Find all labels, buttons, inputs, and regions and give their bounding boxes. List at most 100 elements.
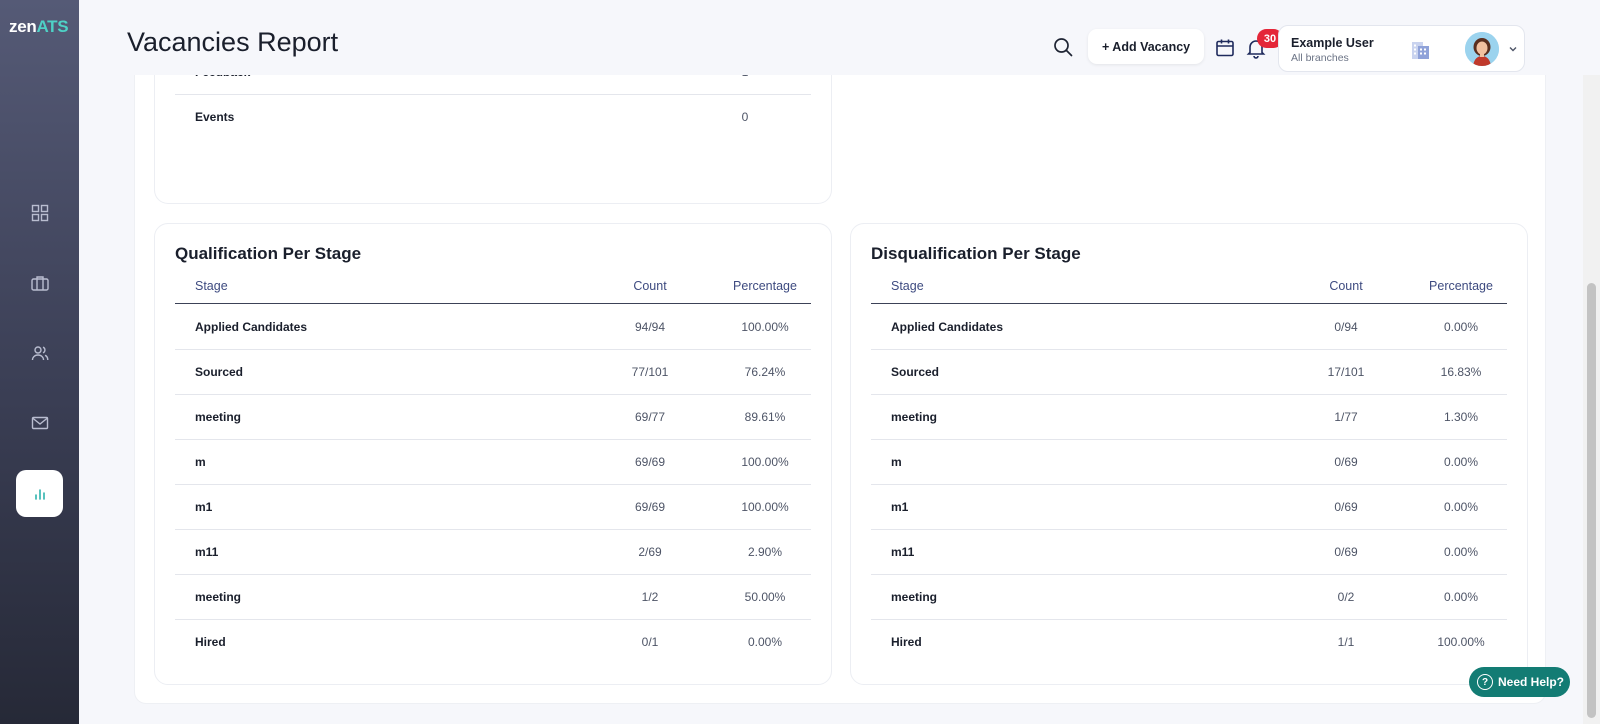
table-header: Stage Count Percentage (175, 272, 811, 304)
count-cell: 0/69 (1334, 545, 1358, 559)
table-row: meeting 1/77 1.30% (871, 395, 1507, 440)
count-cell: 77/101 (631, 365, 669, 379)
count-cell: 69/69 (634, 500, 666, 514)
stage-cell: Sourced (891, 365, 940, 379)
count-cell: 1/77 (1334, 410, 1358, 424)
disqualification-card: Disqualification Per Stage Stage Count P… (850, 223, 1528, 685)
percentage-cell: 100.00% (741, 500, 789, 514)
count-cell: 1/2 (641, 590, 659, 604)
qualification-card: Qualification Per Stage Stage Count Perc… (154, 223, 832, 685)
table-row: Hired 0/1 0.00% (175, 620, 811, 665)
stage-cell: meeting (891, 590, 938, 604)
avatar (1465, 32, 1499, 66)
stage-cell: m (891, 455, 902, 469)
sidebar: zenATS (0, 0, 79, 724)
sidebar-item-jobs[interactable] (16, 259, 63, 306)
page-title: Vacancies Report (127, 27, 339, 57)
app-logo[interactable]: zenATS (9, 17, 69, 37)
column-header-percentage: Percentage (1429, 279, 1493, 293)
user-branch: All branches (1291, 52, 1349, 64)
count-cell: 1/1 (1337, 635, 1355, 649)
percentage-cell: 0.00% (1443, 500, 1479, 514)
stage-cell: Applied Candidates (195, 320, 308, 334)
table-row: Applied Candidates 0/94 0.00% (871, 305, 1507, 350)
sidebar-item-candidates[interactable] (16, 329, 63, 376)
qualification-rows: Applied Candidates 94/94 100.00% Sourced 77/… (175, 305, 811, 665)
table-row: m 69/69 100.00% (175, 440, 811, 485)
add-vacancy-button[interactable]: + Add Vacancy (1088, 29, 1205, 64)
column-header-percentage: Percentage (733, 279, 797, 293)
table-row: m11 0/69 0.00% (871, 530, 1507, 575)
search-icon[interactable] (1052, 36, 1074, 58)
stage-cell: meeting (195, 410, 242, 424)
summary-label: Events (195, 110, 235, 124)
percentage-cell: 50.00% (744, 590, 786, 604)
percentage-cell: 0.00% (1443, 590, 1479, 604)
summary-value: 0 (741, 110, 749, 124)
count-cell: 0/69 (1334, 455, 1358, 469)
table-row: Sourced 77/101 76.24% (175, 350, 811, 395)
stage-cell: Hired (195, 635, 226, 649)
count-cell: 0/2 (1337, 590, 1355, 604)
list-item: Events 0 (175, 95, 811, 140)
logo-suffix: ATS (36, 17, 69, 36)
count-cell: 2/69 (638, 545, 662, 559)
table-row: Sourced 17/101 16.83% (871, 350, 1507, 395)
count-cell: 0/94 (1334, 320, 1358, 334)
scrollbar-thumb[interactable] (1587, 283, 1596, 718)
count-cell: 17/101 (1327, 365, 1365, 379)
count-cell: 94/94 (634, 320, 666, 334)
percentage-cell: 76.24% (744, 365, 786, 379)
need-help-button[interactable]: ? Need Help? (1469, 667, 1570, 697)
table-row: meeting 1/2 50.00% (175, 575, 811, 620)
percentage-cell: 0.00% (1443, 455, 1479, 469)
table-row: meeting 69/77 89.61% (175, 395, 811, 440)
sidebar-item-reports[interactable] (16, 470, 63, 517)
table-row: m1 0/69 0.00% (871, 485, 1507, 530)
percentage-cell: 0.00% (1443, 545, 1479, 559)
sidebar-item-dashboard[interactable] (16, 189, 63, 236)
stage-cell: m1 (195, 500, 213, 514)
logo-prefix: zen (9, 17, 37, 36)
column-header-count: Count (1329, 279, 1363, 293)
table-row: m1 69/69 100.00% (175, 485, 811, 530)
table-row: m11 2/69 2.90% (175, 530, 811, 575)
percentage-cell: 100.00% (741, 455, 789, 469)
table-row: m 0/69 0.00% (871, 440, 1507, 485)
calendar-icon[interactable] (1214, 37, 1236, 59)
stage-cell: Hired (891, 635, 922, 649)
user-name: Example User (1291, 36, 1374, 50)
table-header: Stage Count Percentage (871, 272, 1507, 304)
grid-icon (31, 204, 48, 221)
table-row: meeting 0/2 0.00% (871, 575, 1507, 620)
percentage-cell: 89.61% (744, 410, 786, 424)
column-header-stage: Stage (891, 279, 924, 293)
bar-chart-icon (34, 488, 45, 500)
page-header: Vacancies Report + Add Vacancy 30 Exampl… (79, 0, 1600, 75)
stage-cell: m11 (195, 545, 219, 559)
percentage-cell: 100.00% (741, 320, 789, 334)
stage-cell: m11 (891, 545, 915, 559)
table-row: Applied Candidates 94/94 100.00% (175, 305, 811, 350)
percentage-cell: 16.83% (1440, 365, 1482, 379)
disqualification-rows: Applied Candidates 0/94 0.00% Sourced 17/101… (871, 305, 1507, 665)
percentage-cell: 1.30% (1443, 410, 1479, 424)
need-help-label: Need Help? (1498, 675, 1565, 689)
table-row: Hired 1/1 100.00% (871, 620, 1507, 665)
count-cell: 0/69 (1334, 500, 1358, 514)
help-icon: ? (1477, 674, 1493, 690)
briefcase-icon (30, 275, 49, 291)
users-icon (31, 345, 48, 360)
percentage-cell: 2.90% (747, 545, 783, 559)
disqualification-title: Disqualification Per Stage (871, 244, 1081, 263)
column-header-stage: Stage (195, 279, 228, 293)
stage-cell: Sourced (195, 365, 244, 379)
count-cell: 69/77 (634, 410, 666, 424)
qualification-title: Qualification Per Stage (175, 244, 362, 263)
building-icon (1412, 42, 1429, 59)
stage-cell: m1 (891, 500, 909, 514)
chevron-down-icon (1509, 47, 1517, 52)
percentage-cell: 100.00% (1437, 635, 1485, 649)
sidebar-item-messages[interactable] (16, 399, 63, 446)
user-menu[interactable]: Example User All branches (1278, 25, 1525, 72)
